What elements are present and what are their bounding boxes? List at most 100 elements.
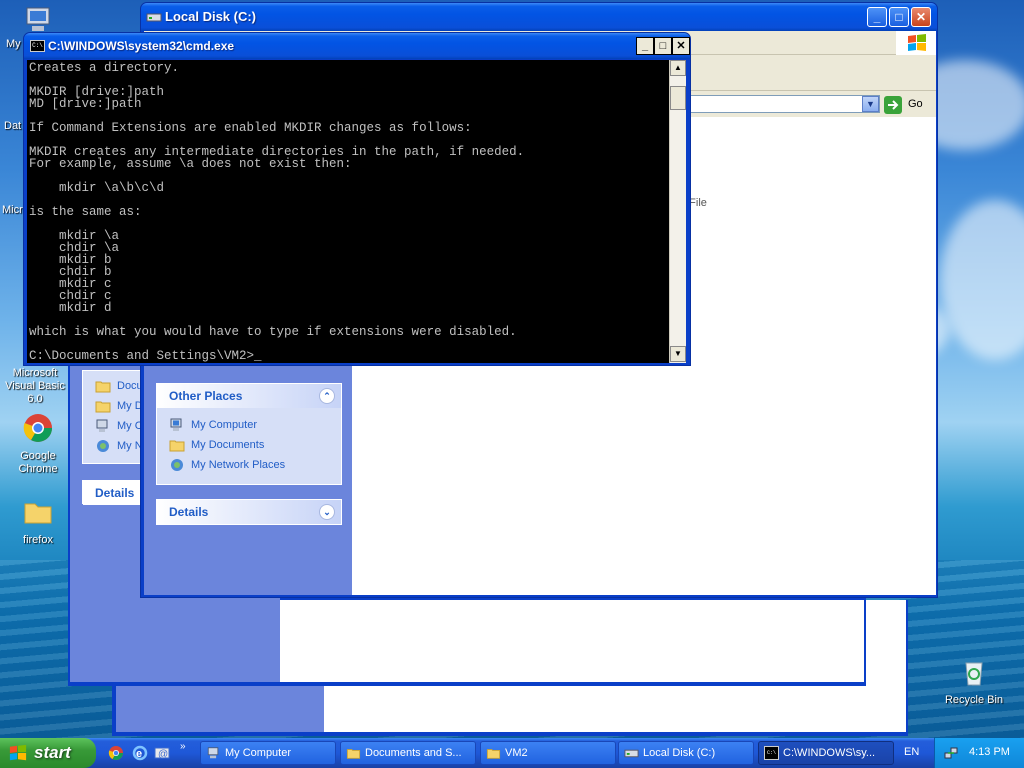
console-line: For example, assume \a does not exist th… (29, 157, 352, 171)
recycle-bin-icon (965, 662, 983, 686)
link-my-computer[interactable]: My Computer (169, 416, 257, 434)
desktop-icon-firefox[interactable]: firefox (0, 496, 76, 547)
console-line: which is what you would have to type if … (29, 325, 517, 339)
drive-icon (624, 749, 639, 758)
folder-icon (169, 440, 185, 452)
network-icon (97, 440, 109, 452)
details-heading: Details (83, 481, 144, 505)
windows-logo-icon (9, 744, 27, 761)
outlook-express-icon[interactable]: @ (154, 745, 170, 761)
link-my-computer[interactable]: My C (95, 417, 143, 435)
taskbar-button-my-computer[interactable]: My Computer (200, 741, 336, 765)
console-output[interactable]: Creates a directory. MKDIR [drive:]path M… (27, 60, 669, 363)
start-label: start (34, 743, 71, 762)
window-title: C:\WINDOWS\system32\cmd.exe (24, 33, 690, 59)
console-line: C:\Documents and Settings\VM2>_ (29, 349, 262, 363)
taskbar-button-vm2[interactable]: VM2 (480, 741, 616, 765)
folder-icon (24, 503, 52, 524)
link-documents[interactable]: Docu (95, 377, 143, 395)
folder-icon (95, 381, 111, 393)
console-line: chdir c (29, 289, 112, 303)
drive-icon (146, 13, 162, 22)
close-button[interactable]: ✕ (672, 37, 690, 55)
console-line: is the same as: (29, 205, 142, 219)
go-arrow-icon (884, 96, 902, 114)
minimize-button[interactable]: _ (867, 7, 887, 27)
console-line: Creates a directory. (29, 61, 180, 75)
computer-icon (207, 747, 219, 759)
svg-text:@: @ (158, 749, 168, 760)
computer-icon (96, 419, 108, 432)
folder-icon (486, 749, 501, 759)
console-line: mkdir d (29, 301, 112, 315)
console-line: mkdir \a\b\c\d (29, 181, 165, 195)
link-my-network-places[interactable]: My Network Places (169, 456, 285, 474)
desktop-icon-recycle-bin[interactable]: Recycle Bin (936, 656, 1012, 707)
maximize-button[interactable]: □ (889, 7, 909, 27)
scroll-up-arrow-icon[interactable]: ▲ (670, 60, 686, 76)
scroll-down-arrow-icon[interactable]: ▼ (670, 346, 686, 362)
folder-icon (95, 401, 111, 413)
chevron-down-icon[interactable]: ⌄ (319, 504, 335, 520)
details-heading[interactable]: Details ⌄ (157, 500, 341, 524)
taskbar-button-documents-and-settings[interactable]: Documents and S... (340, 741, 476, 765)
desktop-icon-label: My (6, 38, 21, 50)
network-icon (171, 459, 183, 471)
task-group-details[interactable]: Details (82, 480, 144, 505)
minimize-button[interactable]: _ (636, 37, 654, 55)
start-button[interactable]: start (0, 738, 96, 768)
link-my-documents[interactable]: My Documents (169, 436, 264, 454)
console-line: mkdir \a (29, 229, 120, 243)
svg-text:e: e (136, 748, 142, 760)
desktop-icon-label: Recycle Bin (944, 694, 1004, 706)
task-group-other-places: Other Places ⌃ My Computer My Documents M… (156, 383, 342, 485)
internet-explorer-icon[interactable]: e (132, 745, 148, 761)
address-input[interactable] (684, 95, 880, 113)
taskbar-button-local-disk[interactable]: Local Disk (C:) (618, 741, 754, 765)
chrome-icon[interactable] (108, 745, 124, 761)
scroll-thumb[interactable] (670, 86, 686, 110)
chevron-up-icon[interactable]: ⌃ (319, 388, 335, 404)
clock[interactable]: 4:13 PM (969, 746, 1010, 758)
close-button[interactable]: ✕ (911, 7, 931, 27)
desktop-icon-google-chrome[interactable]: Google Chrome (0, 412, 76, 476)
console-line: MD [drive:]path (29, 97, 142, 111)
system-tray: 4:13 PM (934, 738, 1024, 768)
link-my-network-places[interactable]: My N (95, 437, 143, 455)
cmd-icon: C:\ (30, 40, 45, 52)
link-my-documents[interactable]: My D (95, 397, 143, 415)
language-indicator[interactable]: EN (904, 746, 919, 758)
desktop-icon-label: Google Chrome (18, 450, 58, 475)
cmd-window: C:\WINDOWS\system32\cmd.exe C:\ _ □ ✕ Cr… (23, 32, 691, 366)
desktop-icon-label: firefox (23, 534, 53, 546)
quick-launch-chevron-icon[interactable]: » (180, 741, 186, 752)
desktop-icon-label: Microsoft Visual Basic 6.0 (5, 367, 65, 405)
vertical-scrollbar[interactable]: ▲ ▼ (669, 60, 686, 363)
console-line: chdir \a (29, 241, 120, 255)
taskbar-button-cmd[interactable]: C:\ C:\WINDOWS\sy... (758, 741, 894, 765)
task-group-details[interactable]: Details ⌄ (156, 499, 342, 525)
network-connection-icon[interactable] (943, 745, 959, 761)
console-line: mkdir c (29, 277, 112, 291)
windows-logo-area (896, 31, 936, 55)
computer-icon (170, 418, 182, 431)
window-title: Local Disk (C:) (141, 3, 937, 31)
other-places-heading[interactable]: Other Places ⌃ (157, 384, 341, 408)
go-label: Go (908, 98, 923, 110)
chrome-icon (23, 414, 52, 442)
maximize-button[interactable]: □ (654, 37, 672, 55)
task-group-other-places: Docu My D My C My N (82, 370, 144, 464)
console-line: chdir b (29, 265, 112, 279)
windows-logo-icon (908, 34, 926, 51)
console-line: mkdir b (29, 253, 112, 267)
go-button[interactable]: Go (884, 95, 934, 114)
taskbar: start e @ » My Computer Documents and S.… (0, 738, 1024, 768)
content-area (280, 600, 864, 682)
desktop-icon-visual-basic[interactable]: Microsoft Visual Basic 6.0 (0, 367, 70, 406)
cloud (940, 200, 1024, 360)
folder-icon (346, 749, 361, 759)
address-dropdown-button[interactable]: ▼ (862, 96, 879, 112)
console-line: If Command Extensions are enabled MKDIR … (29, 121, 472, 135)
cmd-icon: C:\ (764, 746, 779, 760)
